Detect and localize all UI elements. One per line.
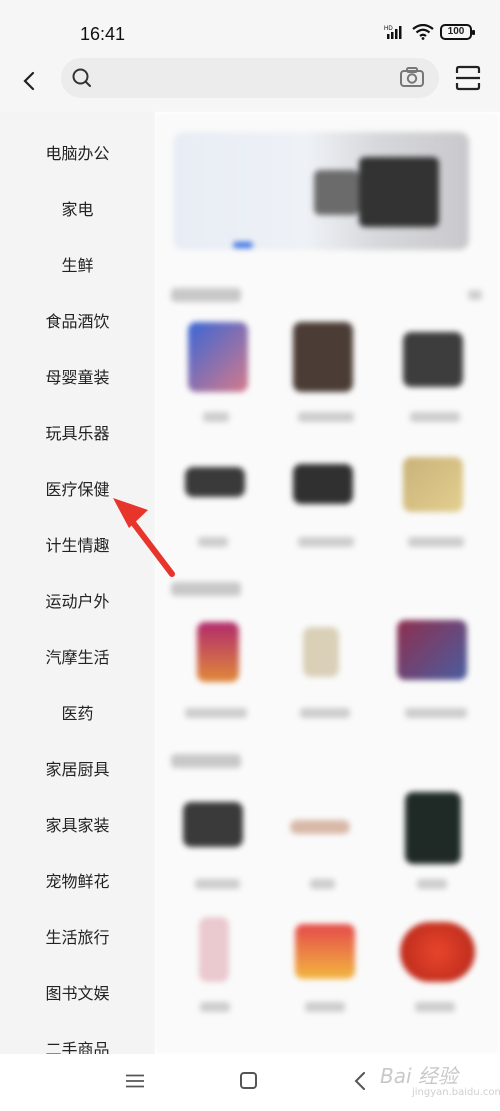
product-thumb[interactable] xyxy=(405,792,461,864)
chevron-left-icon xyxy=(23,71,35,91)
section-more-icon[interactable] xyxy=(468,290,482,300)
product-thumb[interactable] xyxy=(400,922,475,982)
sidebar-item-home-kitchen[interactable]: 家居厨具 xyxy=(0,740,155,796)
signal-icon: HD xyxy=(384,26,402,39)
product-label xyxy=(305,1002,345,1012)
product-thumb[interactable] xyxy=(397,620,467,680)
sidebar-item-family-planning[interactable]: 计生情趣 xyxy=(0,516,155,572)
search-icon xyxy=(72,68,91,87)
product-thumb[interactable] xyxy=(293,322,353,392)
section-title xyxy=(171,582,241,596)
sidebar-item-auto-moto[interactable]: 汽摩生活 xyxy=(0,628,155,684)
product-label xyxy=(198,537,228,547)
sidebar-item-computer-office[interactable]: 电脑办公 xyxy=(0,124,155,180)
product-thumb[interactable] xyxy=(403,457,463,512)
product-label xyxy=(200,1002,230,1012)
sidebar-item-appliances[interactable]: 家电 xyxy=(0,180,155,236)
product-thumb[interactable] xyxy=(290,820,350,834)
search-input[interactable] xyxy=(61,58,439,98)
sidebar-item-life-travel[interactable]: 生活旅行 xyxy=(0,908,155,964)
watermark-url: jingyan.baidu.com xyxy=(412,1087,500,1098)
product-thumb[interactable] xyxy=(295,924,355,979)
product-thumb[interactable] xyxy=(403,332,463,387)
product-label xyxy=(417,879,447,889)
product-thumb[interactable] xyxy=(183,802,243,847)
banner-product-image xyxy=(314,170,359,215)
home-icon[interactable] xyxy=(240,1072,257,1089)
system-nav-bar: Bai 经验 jingyan.baidu.com xyxy=(0,1054,500,1111)
product-label xyxy=(203,412,229,422)
product-thumb[interactable] xyxy=(293,464,353,504)
sidebar-item-sports-outdoor[interactable]: 运动户外 xyxy=(0,572,155,628)
back-button[interactable] xyxy=(14,66,44,96)
header xyxy=(0,56,500,112)
sidebar-item-toys-instruments[interactable]: 玩具乐器 xyxy=(0,404,155,460)
product-label xyxy=(298,537,354,547)
product-label xyxy=(405,708,467,718)
product-label xyxy=(300,708,350,718)
status-icons: HD 100 xyxy=(384,24,475,40)
product-thumb[interactable] xyxy=(197,622,239,682)
product-label xyxy=(195,879,240,889)
product-thumb[interactable] xyxy=(303,627,339,677)
product-thumb[interactable] xyxy=(199,917,229,982)
wifi-icon xyxy=(412,24,434,40)
nav-back-icon[interactable] xyxy=(354,1072,366,1090)
banner-product-image xyxy=(359,157,439,227)
status-time: 16:41 xyxy=(80,24,126,44)
product-label xyxy=(408,537,464,547)
battery-icon: 100 xyxy=(440,24,475,40)
category-content-panel xyxy=(155,112,500,1054)
status-bar: 16:41 HD 100 xyxy=(0,0,500,56)
promo-banner[interactable] xyxy=(173,132,469,250)
product-thumb[interactable] xyxy=(188,322,248,392)
product-label xyxy=(298,412,354,422)
sidebar-item-fresh-food[interactable]: 生鲜 xyxy=(0,236,155,292)
product-label xyxy=(185,708,247,718)
sidebar-item-medicine[interactable]: 医药 xyxy=(0,684,155,740)
watermark-logo: Bai 经验 xyxy=(380,1064,458,1088)
sidebar-item-baby-kids[interactable]: 母婴童装 xyxy=(0,348,155,404)
menu-icon[interactable] xyxy=(126,1074,144,1088)
sidebar-item-health-care[interactable]: 医疗保健 xyxy=(0,460,155,516)
sidebar-item-food-drinks[interactable]: 食品酒饮 xyxy=(0,292,155,348)
product-label xyxy=(415,1002,455,1012)
category-sidebar: 电脑办公 家电 生鲜 食品酒饮 母婴童装 玩具乐器 医疗保健 计生情趣 运动户外… xyxy=(0,112,155,1054)
network-label: HD xyxy=(384,26,393,32)
banner-button xyxy=(233,242,253,248)
sidebar-item-pets-flowers[interactable]: 宠物鲜花 xyxy=(0,852,155,908)
product-label xyxy=(410,412,460,422)
product-thumb[interactable] xyxy=(185,467,245,497)
sidebar-item-books-media[interactable]: 图书文娱 xyxy=(0,964,155,1020)
section-title xyxy=(171,754,241,768)
product-label xyxy=(310,879,335,889)
sidebar-item-furniture[interactable]: 家具家装 xyxy=(0,796,155,852)
scan-icon[interactable] xyxy=(454,64,482,92)
section-title xyxy=(171,288,241,302)
camera-icon[interactable] xyxy=(399,66,425,88)
sidebar-item-second-hand[interactable]: 二手商品 xyxy=(0,1020,155,1054)
